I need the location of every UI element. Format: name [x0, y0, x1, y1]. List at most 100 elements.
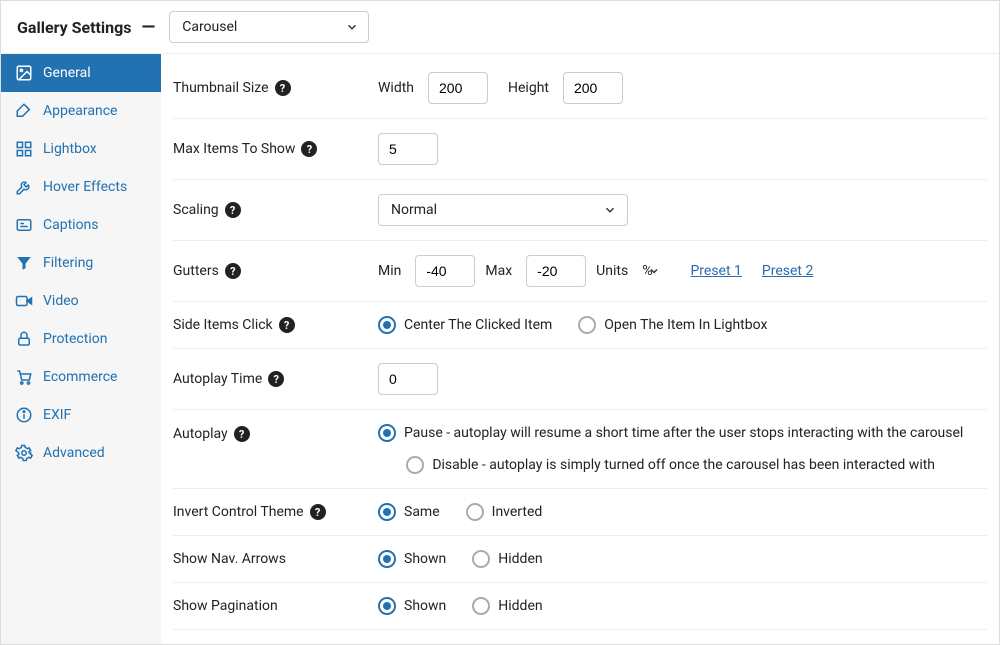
radio-autoplay-pause[interactable]: Pause - autoplay will resume a short tim… [378, 424, 963, 442]
height-label: Height [508, 80, 549, 96]
panel-title: Gallery Settings [17, 18, 132, 37]
sidebar-item-label: Advanced [43, 445, 105, 461]
row-max-items: Max Items To Show? [173, 119, 987, 180]
sidebar-item-exif[interactable]: EXIF [1, 396, 161, 434]
gear-icon [15, 444, 33, 462]
sidebar-item-appearance[interactable]: Appearance [1, 92, 161, 130]
help-icon[interactable]: ? [234, 426, 250, 442]
video-icon [15, 292, 33, 310]
radio-label: Pause - autoplay will resume a short tim… [404, 425, 963, 441]
settings-sidebar: General Appearance Lightbox Hover Effect… [1, 53, 161, 644]
row-show-nav: Show Nav. Arrows Shown Hidden [173, 536, 987, 583]
radio-open-lightbox[interactable]: Open The Item In Lightbox [578, 316, 767, 334]
radio-center-clicked[interactable]: Center The Clicked Item [378, 316, 552, 334]
field-label: Gutters [173, 263, 219, 279]
row-autoplay-time: Autoplay Time? [173, 349, 987, 410]
cart-icon [15, 368, 33, 386]
radio-pagination-shown[interactable]: Shown [378, 597, 446, 615]
radio-nav-shown[interactable]: Shown [378, 550, 446, 568]
thumbnail-height-input[interactable] [563, 72, 623, 104]
wrench-icon [15, 178, 33, 196]
field-label: Max Items To Show [173, 141, 295, 157]
help-icon[interactable]: ? [225, 202, 241, 218]
collapse-toggle[interactable]: — [142, 17, 156, 38]
help-icon[interactable]: ? [301, 141, 317, 157]
sidebar-item-video[interactable]: Video [1, 282, 161, 320]
layout-select[interactable]: Carousel [169, 11, 369, 43]
settings-panel: Gallery Settings — Carousel General Appe… [0, 0, 1000, 645]
row-side-items-click: Side Items Click? Center The Clicked Ite… [173, 302, 987, 349]
radio-pagination-hidden[interactable]: Hidden [472, 597, 542, 615]
sidebar-item-lightbox[interactable]: Lightbox [1, 130, 161, 168]
row-autoplay: Autoplay? Pause - autoplay will resume a… [173, 410, 987, 489]
radio-label: Open The Item In Lightbox [604, 317, 767, 333]
grid-icon [15, 140, 33, 158]
radio-label: Hidden [498, 598, 542, 614]
image-icon [15, 64, 33, 82]
row-scaling: Scaling? Normal [173, 180, 987, 241]
scaling-select[interactable]: Normal [378, 194, 628, 226]
sidebar-item-general[interactable]: General [1, 54, 161, 92]
field-label: Autoplay Time [173, 371, 262, 387]
sidebar-item-captions[interactable]: Captions [1, 206, 161, 244]
radio-label: Shown [404, 551, 446, 567]
help-icon[interactable]: ? [279, 317, 295, 333]
field-label: Invert Control Theme [173, 504, 304, 520]
field-label: Show Nav. Arrows [173, 551, 286, 567]
radio-label: Inverted [492, 504, 543, 520]
row-thumbnail-size: Thumbnail Size? Width Height [173, 58, 987, 119]
sidebar-item-label: Filtering [43, 255, 93, 271]
gutter-units-select[interactable]: % [642, 263, 670, 279]
lock-icon [15, 330, 33, 348]
field-label: Show Pagination [173, 598, 278, 614]
filter-icon [15, 254, 33, 272]
field-label: Thumbnail Size [173, 80, 269, 96]
row-invert-theme: Invert Control Theme? Same Inverted [173, 489, 987, 536]
layout-select-value: Carousel [182, 19, 237, 35]
width-label: Width [378, 80, 414, 96]
preset-1-link[interactable]: Preset 1 [690, 263, 741, 279]
radio-label: Same [404, 504, 440, 520]
field-label: Side Items Click [173, 317, 273, 333]
sidebar-item-ecommerce[interactable]: Ecommerce [1, 358, 161, 396]
sidebar-item-label: Lightbox [43, 141, 97, 157]
help-icon[interactable]: ? [310, 504, 326, 520]
radio-label: Disable - autoplay is simply turned off … [432, 457, 935, 473]
sidebar-item-hover-effects[interactable]: Hover Effects [1, 168, 161, 206]
row-gutters: Gutters? Min Max Units % Preset 1 Preset… [173, 241, 987, 302]
sidebar-item-advanced[interactable]: Advanced [1, 434, 161, 472]
paint-icon [15, 102, 33, 120]
radio-nav-hidden[interactable]: Hidden [472, 550, 542, 568]
scaling-value: Normal [391, 202, 437, 218]
sidebar-item-label: EXIF [43, 407, 71, 423]
panel-header: Gallery Settings — Carousel [1, 1, 999, 53]
field-label: Autoplay [173, 426, 228, 442]
gutter-max-input[interactable] [526, 255, 586, 287]
help-icon[interactable]: ? [275, 80, 291, 96]
info-icon [15, 406, 33, 424]
preset-2-link[interactable]: Preset 2 [762, 263, 813, 279]
row-show-pagination: Show Pagination Shown Hidden [173, 583, 987, 630]
sidebar-item-label: General [43, 65, 91, 81]
field-label: Scaling [173, 202, 219, 218]
radio-invert-same[interactable]: Same [378, 503, 440, 521]
radio-invert-inverted[interactable]: Inverted [466, 503, 543, 521]
sidebar-item-protection[interactable]: Protection [1, 320, 161, 358]
sidebar-item-label: Appearance [43, 103, 117, 119]
autoplay-time-input[interactable] [378, 363, 438, 395]
gutter-max-label: Max [485, 263, 512, 279]
thumbnail-width-input[interactable] [428, 72, 488, 104]
help-icon[interactable]: ? [225, 263, 241, 279]
sidebar-item-label: Ecommerce [43, 369, 117, 385]
radio-label: Hidden [498, 551, 542, 567]
help-icon[interactable]: ? [268, 371, 284, 387]
radio-autoplay-disable[interactable]: Disable - autoplay is simply turned off … [406, 456, 935, 474]
row-show-progress: Show Progress Bar Shown Hidden [173, 630, 987, 644]
chevron-down-icon [603, 203, 617, 217]
sidebar-item-filtering[interactable]: Filtering [1, 244, 161, 282]
gutter-units-value: % [642, 263, 652, 279]
max-items-input[interactable] [378, 133, 438, 165]
gutter-min-input[interactable] [415, 255, 475, 287]
radio-label: Shown [404, 598, 446, 614]
sidebar-item-label: Protection [43, 331, 107, 347]
